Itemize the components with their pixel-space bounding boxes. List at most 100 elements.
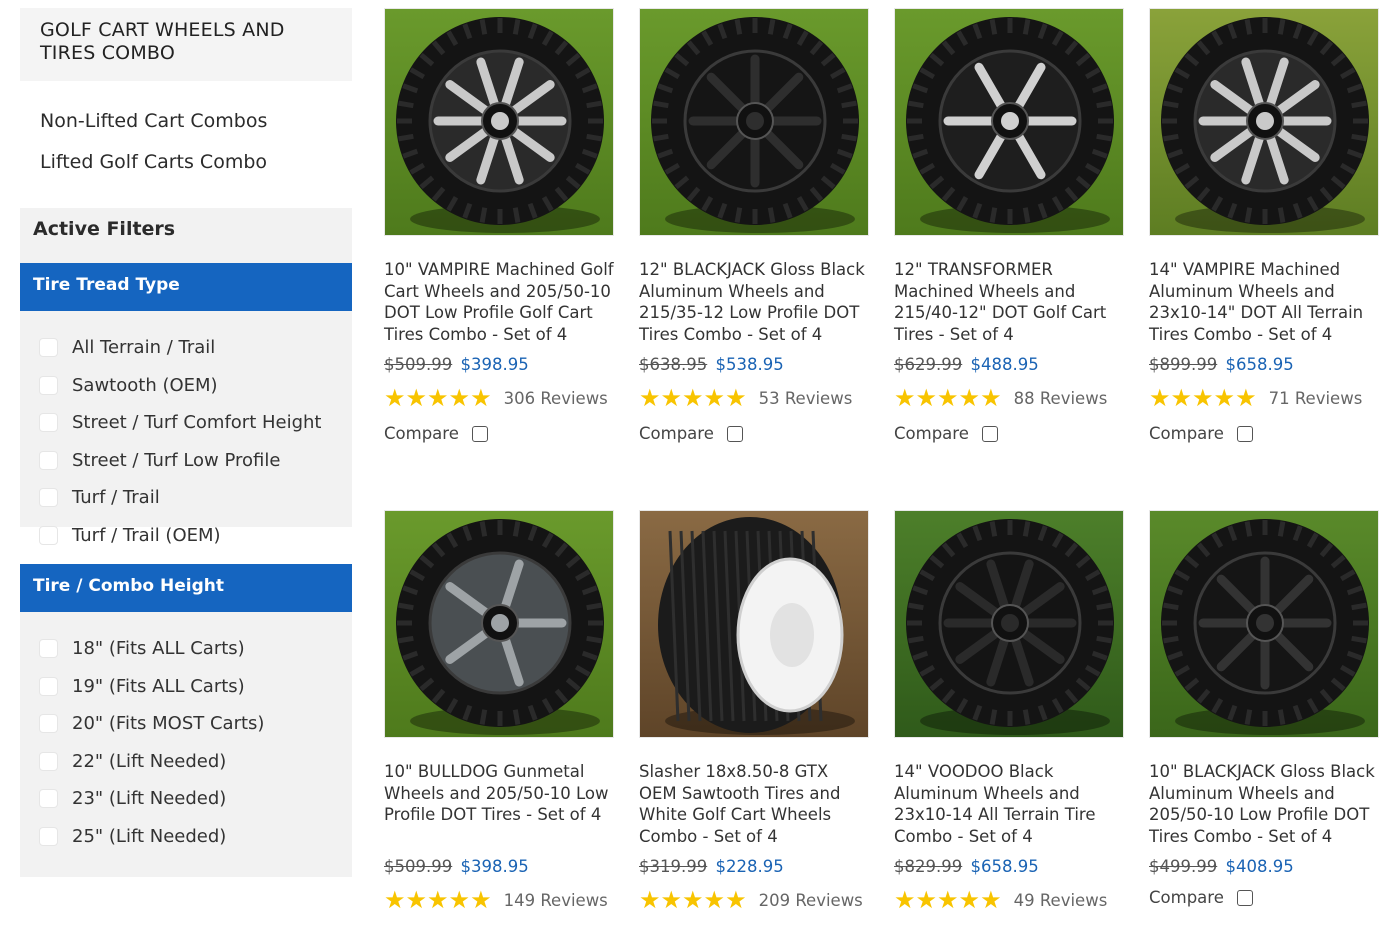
filter-checkbox[interactable] [39,450,58,470]
filter-option[interactable]: 20" (Fits MOST Carts) [39,705,352,743]
product-title[interactable]: 10" BLACKJACK Gloss Black Aluminum Wheel… [1149,761,1381,847]
price-row: $638.95 $538.95 [639,355,871,374]
compare-checkbox[interactable] [1236,425,1253,442]
compare-row: Compare [1149,888,1381,907]
sale-price: $398.95 [460,857,529,876]
star-rating-icon: ★★★★★ [639,886,747,914]
wheel-illustration [385,9,613,235]
reviews-link[interactable]: 209 Reviews [759,891,863,910]
compare-checkbox[interactable] [981,425,998,442]
product-title[interactable]: Slasher 18x8.50-8 GTX OEM Sawtooth Tires… [639,761,871,847]
compare-label: Compare [1149,888,1224,907]
compare-checkbox[interactable] [1236,889,1253,906]
star-rating-icon: ★★★★★ [639,384,747,412]
rating-row: ★★★★★ 149 Reviews [384,888,616,912]
compare-row: Compare [639,424,871,443]
price-row: $629.99 $488.95 [894,355,1126,374]
filter-option[interactable]: 25" (Lift Needed) [39,818,352,856]
product-title[interactable]: 10" BULLDOG Gunmetal Wheels and 205/50-1… [384,761,616,847]
filter-checkbox[interactable] [39,525,58,545]
filter-option[interactable]: All Terrain / Trail [39,329,352,367]
filter-option[interactable]: 18" (Fits ALL Carts) [39,630,352,668]
star-rating-icon: ★★★★★ [384,886,492,914]
filter-checkbox[interactable] [39,676,58,696]
filter-option[interactable]: Street / Turf Comfort Height [39,404,352,442]
filter-header-tread-type[interactable]: Tire Tread Type [20,263,352,311]
compare-row: Compare [894,424,1126,443]
active-filters-title: Active Filters [33,218,176,240]
product-card: Slasher 18x8.50-8 GTX OEM Sawtooth Tires… [639,510,871,912]
product-image[interactable] [384,510,614,738]
filter-checkbox[interactable] [39,639,58,659]
product-image[interactable] [1149,510,1379,738]
rating-row: ★★★★★ 88 Reviews [894,386,1126,410]
sale-price: $538.95 [715,355,784,374]
filter-option[interactable]: Street / Turf Low Profile [39,442,352,480]
filter-checkbox[interactable] [39,789,58,809]
reviews-link[interactable]: 88 Reviews [1014,389,1108,408]
old-price: $629.99 [894,355,963,374]
product-image[interactable] [894,510,1124,738]
reviews-link[interactable]: 49 Reviews [1014,891,1108,910]
filter-option[interactable]: 22" (Lift Needed) [39,743,352,781]
filter-checkbox[interactable] [39,488,58,508]
subcategory-link-lifted[interactable]: Lifted Golf Carts Combo [40,142,352,183]
filter-option[interactable]: Sawtooth (OEM) [39,367,352,405]
product-card: 10" BLACKJACK Gloss Black Aluminum Wheel… [1149,510,1381,907]
product-image[interactable] [384,8,614,236]
wheel-illustration [1150,9,1378,235]
product-image[interactable] [894,8,1124,236]
price-row: $319.99 $228.95 [639,857,871,876]
category-header: GOLF CART WHEELS AND TIRES COMBO [20,8,352,81]
rating-row: ★★★★★ 71 Reviews [1149,386,1381,410]
sale-price: $658.95 [1225,355,1294,374]
product-title[interactable]: 14" VOODOO Black Aluminum Wheels and 23x… [894,761,1126,847]
rating-row: ★★★★★ 306 Reviews [384,386,616,410]
star-rating-icon: ★★★★★ [1149,384,1257,412]
compare-checkbox[interactable] [471,425,488,442]
old-price: $509.99 [384,355,453,374]
reviews-link[interactable]: 53 Reviews [759,389,853,408]
filter-option[interactable]: 23" (Lift Needed) [39,780,352,818]
reviews-link[interactable]: 71 Reviews [1269,389,1363,408]
compare-label: Compare [384,424,459,443]
subcategory-link-non-lifted[interactable]: Non-Lifted Cart Combos [40,101,352,142]
product-image[interactable] [639,8,869,236]
filter-checkbox[interactable] [39,413,58,433]
reviews-link[interactable]: 306 Reviews [504,389,608,408]
compare-row: Compare [384,424,616,443]
product-image[interactable] [639,510,869,738]
filter-option-label: 23" (Lift Needed) [72,788,227,810]
filter-option[interactable]: 19" (Fits ALL Carts) [39,668,352,706]
filter-option-label: 25" (Lift Needed) [72,825,227,847]
compare-label: Compare [1149,424,1224,443]
wheel-illustration [895,9,1123,235]
product-image[interactable] [1149,8,1379,236]
filter-checkbox[interactable] [39,751,58,771]
product-title[interactable]: 12" BLACKJACK Gloss Black Aluminum Wheel… [639,259,871,345]
product-card: 10" BULLDOG Gunmetal Wheels and 205/50-1… [384,510,616,912]
product-title[interactable]: 10" VAMPIRE Machined Golf Cart Wheels an… [384,259,616,345]
filter-options-combo-height: 18" (Fits ALL Carts) 19" (Fits ALL Carts… [20,612,352,877]
old-price: $499.99 [1149,857,1218,876]
active-filters-header: Active Filters [20,208,352,263]
filter-checkbox[interactable] [39,826,58,846]
filter-header-combo-height[interactable]: Tire / Combo Height [20,564,352,612]
old-price: $829.99 [894,857,963,876]
category-title: GOLF CART WHEELS AND TIRES COMBO [40,19,285,64]
product-title[interactable]: 12" TRANSFORMER Machined Wheels and 215/… [894,259,1126,345]
filter-option[interactable]: Turf / Trail [39,479,352,517]
reviews-link[interactable]: 149 Reviews [504,891,608,910]
compare-checkbox[interactable] [726,425,743,442]
product-card: 12" TRANSFORMER Machined Wheels and 215/… [894,8,1126,443]
product-title[interactable]: 14" VAMPIRE Machined Aluminum Wheels and… [1149,259,1381,345]
filter-checkbox[interactable] [39,338,58,358]
filter-option-label: 22" (Lift Needed) [72,750,227,772]
filter-option-label: Sawtooth (OEM) [72,374,218,396]
filter-option-label: Street / Turf Comfort Height [72,412,322,434]
filter-checkbox[interactable] [39,714,58,734]
old-price: $899.99 [1149,355,1218,374]
compare-label: Compare [639,424,714,443]
sidebar: GOLF CART WHEELS AND TIRES COMBO Non-Lif… [20,8,352,877]
filter-checkbox[interactable] [39,375,58,395]
